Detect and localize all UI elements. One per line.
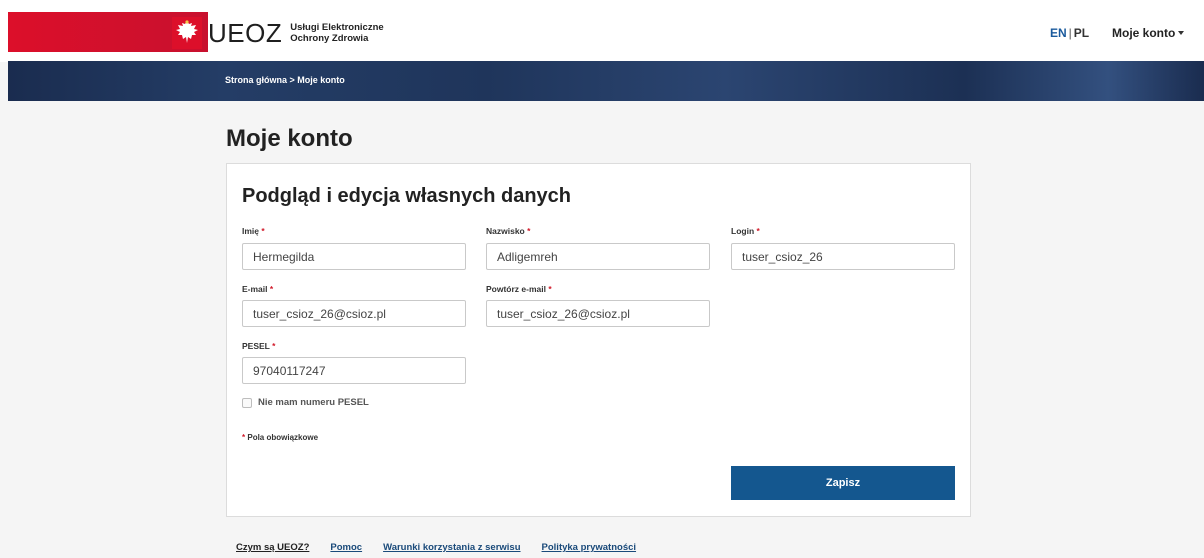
logo-subtitle-line2: Ochrony Zdrowia xyxy=(290,33,369,44)
required-asterisk: * xyxy=(548,284,552,294)
footer-link-help[interactable]: Pomoc xyxy=(330,542,362,553)
lang-pl-link[interactable]: PL xyxy=(1074,26,1089,40)
email-label: E-mail * xyxy=(242,284,273,294)
logo-text: UEOZ xyxy=(208,17,283,48)
account-menu-button[interactable]: Moje konto xyxy=(1112,26,1185,40)
breadcrumb-band xyxy=(8,61,1204,101)
polish-eagle-icon xyxy=(172,17,202,49)
last-name-label-text: Nazwisko xyxy=(486,226,525,236)
required-asterisk: * xyxy=(261,226,265,236)
required-asterisk: * xyxy=(269,284,274,294)
card-title: Podgląd i edycja własnych danych xyxy=(242,185,571,207)
last-name-input[interactable] xyxy=(486,243,710,270)
email-repeat-input[interactable] xyxy=(486,300,710,327)
first-name-label-text: Imię xyxy=(242,226,260,236)
required-asterisk: * xyxy=(272,341,276,351)
first-name-input[interactable] xyxy=(242,243,466,270)
logo-subtitle-line1: Usługi Elektroniczne xyxy=(290,22,384,33)
footer-link-privacy[interactable]: Polityka prywatności xyxy=(542,542,637,553)
email-repeat-label: Powtórz e-mail * xyxy=(486,284,552,294)
first-name-label: Imię * xyxy=(242,226,265,236)
login-input[interactable] xyxy=(731,243,955,270)
logo[interactable]: UEOZ Usługi Elektroniczne Ochrony Zdrowi… xyxy=(172,16,384,50)
pesel-label-text: PESEL xyxy=(242,341,270,351)
no-pesel-checkbox-row[interactable]: Nie mam numeru PESEL xyxy=(242,397,369,408)
email-label-text: E-mail xyxy=(242,284,268,294)
required-asterisk: * xyxy=(527,226,531,236)
no-pesel-checkbox[interactable] xyxy=(242,397,252,408)
footer-link-about[interactable]: Czym są UEOZ? xyxy=(236,542,309,553)
lang-en-link[interactable]: EN xyxy=(1050,26,1067,40)
caret-down-icon xyxy=(1178,31,1185,35)
page-title: Moje konto xyxy=(226,125,353,152)
lang-separator: | xyxy=(1068,26,1072,40)
required-note-text: Pola obowiązkowe xyxy=(247,433,319,442)
logo-subtitle: Usługi Elektroniczne Ochrony Zdrowia xyxy=(290,22,383,44)
footer-links: Czym są UEOZ? Pomoc Warunki korzystania … xyxy=(236,542,636,553)
login-label-text: Login xyxy=(731,226,755,236)
language-switcher: EN | PL xyxy=(1050,26,1089,40)
email-input[interactable] xyxy=(242,300,466,327)
top-header: UEOZ Usługi Elektroniczne Ochrony Zdrowi… xyxy=(0,0,1204,62)
account-menu-label: Moje konto xyxy=(1112,26,1176,40)
required-asterisk: * xyxy=(242,433,246,442)
pesel-label: PESEL * xyxy=(242,341,275,351)
email-repeat-label-text: Powtórz e-mail xyxy=(486,284,546,294)
required-fields-note: * Pola obowiązkowe xyxy=(242,433,318,442)
last-name-label: Nazwisko * xyxy=(486,226,530,236)
breadcrumb: Strona główna > Moje konto xyxy=(225,75,345,85)
required-asterisk: * xyxy=(756,226,760,236)
profile-card xyxy=(226,163,971,517)
no-pesel-label[interactable]: Nie mam numeru PESEL xyxy=(258,397,369,408)
login-label: Login * xyxy=(731,226,760,236)
footer-link-terms[interactable]: Warunki korzystania z serwisu xyxy=(383,542,520,553)
pesel-input[interactable] xyxy=(242,357,466,384)
save-button[interactable]: Zapisz xyxy=(731,466,955,500)
